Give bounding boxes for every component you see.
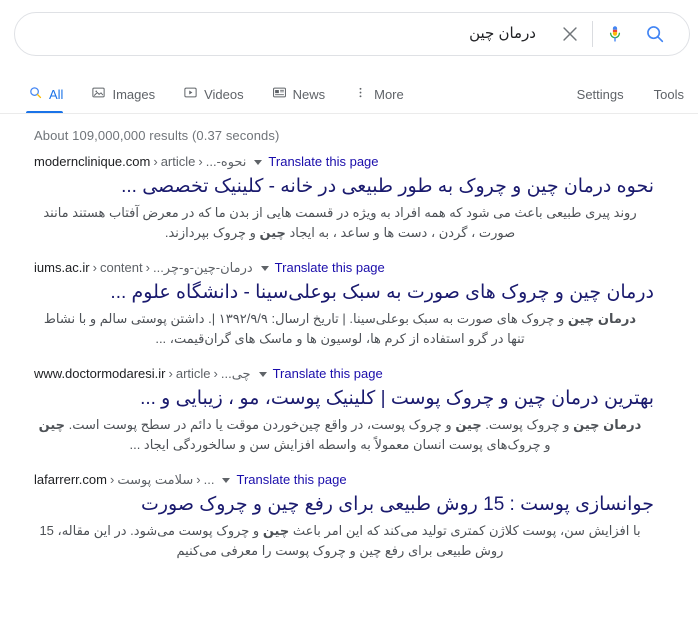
result-cite[interactable]: lafarrerr.com › سلامت پوست ›... xyxy=(34,471,214,489)
result-domain: www.doctormodaresi.ir xyxy=(34,366,166,381)
settings-link[interactable]: Settings xyxy=(577,87,624,114)
tools-link[interactable]: Tools xyxy=(654,87,684,114)
result-snippet: درمان چین و چروک پوست. چین و چروک پوست، … xyxy=(34,415,646,455)
result-domain: iums.ac.ir xyxy=(34,260,90,275)
snippet-keyword: چین xyxy=(573,417,600,432)
snippet-keyword: درمان xyxy=(599,417,642,432)
snippet-keyword: چین xyxy=(262,523,290,538)
translate-page-link[interactable]: Translate this page xyxy=(275,259,385,277)
result-crumb-rtl: سلامت پوست xyxy=(117,472,194,487)
search-result-item: www.doctormodaresi.ir › article › چی... Tran… xyxy=(34,365,654,455)
tab-videos[interactable]: Videos xyxy=(181,85,258,114)
search-result-item: iums.ac.ir › content › درمان-چین-و-چر... Tra… xyxy=(34,259,654,349)
result-domain: lafarrerr.com xyxy=(34,472,107,487)
more-vert-icon xyxy=(353,85,368,103)
tab-videos-label: Videos xyxy=(204,86,244,102)
tab-all-label: All xyxy=(49,86,64,102)
magnifier-icon xyxy=(647,26,664,43)
navigation-tabs: All Images Videos News More Settings Too… xyxy=(0,74,698,114)
snippet-line-2-post: و چروک بپردازند. xyxy=(164,225,260,240)
chevron-down-icon[interactable] xyxy=(260,265,269,271)
result-cite[interactable]: www.doctormodaresi.ir › article › چی... xyxy=(34,365,251,383)
snippet-part-c: و چروک پوست. xyxy=(481,417,574,432)
snippet-line-2: انسان معمولاً به واسطه افزایش سن و سالخو… xyxy=(129,437,446,452)
tab-images[interactable]: Images xyxy=(89,85,169,114)
result-cite[interactable]: iums.ac.ir › content › درمان-چین-و-چر... xyxy=(34,259,253,277)
video-icon xyxy=(183,85,198,103)
chevron-down-icon[interactable] xyxy=(222,477,231,483)
result-snippet: روند پیری طبیعی باعث می شود که همه افراد… xyxy=(34,203,646,243)
snippet-part-g: و چروک‌های پوست xyxy=(448,437,551,452)
tab-more[interactable]: More xyxy=(351,85,418,114)
result-url-line: www.doctormodaresi.ir › article › چی... Tran… xyxy=(34,365,654,383)
snippet-line-1-pre: با افزایش سن، پوست کلاژن کمتری تولید می‌… xyxy=(289,523,641,538)
snippet-keyword: چین xyxy=(567,311,595,326)
close-icon xyxy=(563,27,577,41)
tab-news-label: News xyxy=(292,86,326,102)
search-result-item: lafarrerr.com › سلامت پوست ›... Translate t… xyxy=(34,471,654,561)
result-title-link[interactable]: جوانسازی پوست : 15 روش طبیعی برای رفع چی… xyxy=(34,492,654,518)
search-divider xyxy=(592,21,593,47)
snippet-keyword: چین xyxy=(455,417,482,432)
tab-images-label: Images xyxy=(112,86,156,102)
search-input[interactable] xyxy=(15,14,550,54)
result-snippet: درمان چین و چروک های صورت به سبک بوعلی‌س… xyxy=(34,309,646,349)
search-result-item: modernclinique.com › article › نحوه-... Tran… xyxy=(34,153,654,243)
result-crumb-rtl: چی... xyxy=(220,366,251,381)
snippet-keyword: چین xyxy=(259,225,286,240)
chevron-down-icon[interactable] xyxy=(254,159,263,165)
search-submit-icon[interactable] xyxy=(635,14,675,54)
result-title-link[interactable]: درمان چین و چروک های صورت به سبک بوعلی‌س… xyxy=(34,280,654,306)
nav-tabs-left: All Images Videos News More xyxy=(26,85,430,114)
snippet-line-2: رفع چین و چروک پوست را معرفی می‌کنیم xyxy=(176,543,405,558)
result-domain: modernclinique.com xyxy=(34,154,151,169)
news-icon xyxy=(272,85,287,103)
result-crumb-rtl: نحوه-... xyxy=(205,154,247,169)
chevron-down-icon[interactable] xyxy=(258,371,267,377)
microphone-icon[interactable] xyxy=(595,14,635,54)
result-crumb: article xyxy=(160,154,196,169)
result-url-line: modernclinique.com › article › نحوه-... Tran… xyxy=(34,153,654,171)
snippet-keyword: چین xyxy=(38,417,66,432)
result-title-link[interactable]: نحوه درمان چین و چروک به طور طبیعی در خا… xyxy=(34,174,654,200)
snippet-part-e: و چروک پوست، در واقع چین‌خوردن موقت یا د… xyxy=(65,417,456,432)
search-actions xyxy=(550,14,689,54)
clear-icon[interactable] xyxy=(550,14,590,54)
nav-links-right: Settings Tools xyxy=(547,87,684,114)
result-crumb: article xyxy=(175,366,211,381)
snippet-line-2: استفاده از کرم ها، لوسیون ها و ماسک های … xyxy=(155,331,465,346)
result-cite[interactable]: modernclinique.com › article › نحوه-... xyxy=(34,153,246,171)
search-results-list: modernclinique.com › article › نحوه-... Tran… xyxy=(0,143,698,561)
tab-news[interactable]: News xyxy=(270,85,340,114)
snippet-line-2-pre: دست ها و ساعد ، به ایجاد xyxy=(285,225,428,240)
result-crumb: ... xyxy=(203,472,215,487)
result-stats: About 109,000,000 results (0.37 seconds) xyxy=(34,128,280,143)
translate-page-link[interactable]: Translate this page xyxy=(273,365,383,383)
result-title-link[interactable]: بهترین درمان چین و چروک پوست | کلینیک پو… xyxy=(34,386,654,412)
search-icon xyxy=(28,85,43,103)
search-header xyxy=(0,0,698,56)
result-url-line: lafarrerr.com › سلامت پوست ›... Translate t… xyxy=(34,471,654,489)
result-crumb: content xyxy=(99,260,143,275)
snippet-keyword: درمان xyxy=(594,311,637,326)
nav-separator xyxy=(0,113,698,114)
result-crumb-rtl: درمان-چین-و-چر... xyxy=(152,260,253,275)
tab-all[interactable]: All xyxy=(26,85,77,114)
result-snippet: با افزایش سن، پوست کلاژن کمتری تولید می‌… xyxy=(34,521,646,561)
search-box[interactable] xyxy=(14,12,690,56)
image-icon xyxy=(91,85,106,103)
mic-glyph xyxy=(609,26,621,42)
translate-page-link[interactable]: Translate this page xyxy=(236,471,346,489)
result-url-line: iums.ac.ir › content › درمان-چین-و-چر... Tra… xyxy=(34,259,654,277)
translate-page-link[interactable]: Translate this page xyxy=(268,153,378,171)
tab-more-label: More xyxy=(374,86,404,102)
